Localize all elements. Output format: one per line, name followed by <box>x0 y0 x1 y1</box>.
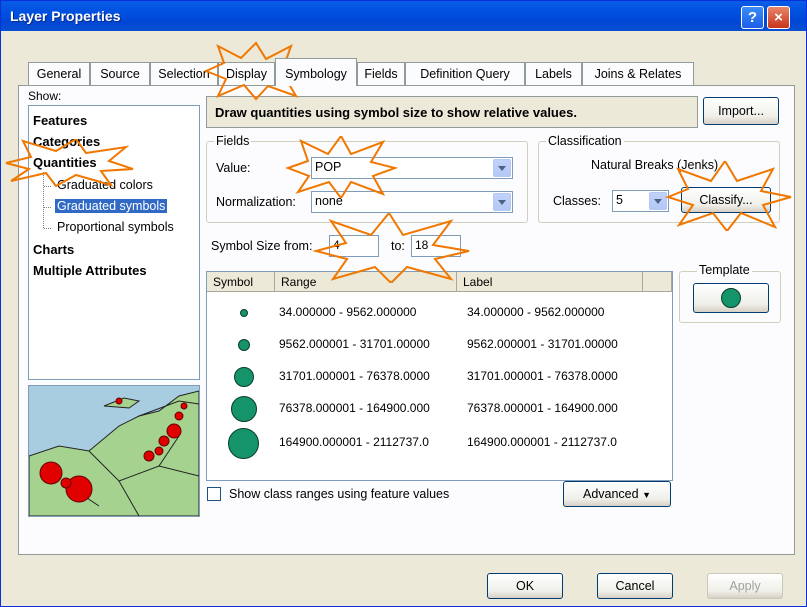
range-cell[interactable]: 34.000000 - 9562.000000 <box>279 305 469 319</box>
tree-item-quantities[interactable]: Quantities <box>33 155 97 170</box>
label-cell[interactable]: 34.000000 - 9562.000000 <box>467 305 647 319</box>
classification-method: Natural Breaks (Jenks) <box>591 158 719 172</box>
close-button[interactable]: × <box>767 6 790 29</box>
label-cell[interactable]: 164900.000001 - 2112737.0 <box>467 435 647 449</box>
column-header-label[interactable]: Label <box>457 272 643 292</box>
chevron-down-icon[interactable] <box>493 193 511 211</box>
tree-connector <box>44 228 51 229</box>
tab-symbology[interactable]: Symbology <box>275 58 357 86</box>
symbol-swatch[interactable] <box>231 396 257 422</box>
tree-item-charts[interactable]: Charts <box>33 242 74 257</box>
help-button[interactable]: ? <box>741 6 764 29</box>
symbol-swatch[interactable] <box>234 367 254 387</box>
classification-group-label: Classification <box>546 134 624 148</box>
tree-connector <box>44 186 51 187</box>
value-field-select[interactable]: POP <box>311 157 513 179</box>
tab-display[interactable]: Display <box>218 62 275 85</box>
label-cell[interactable]: 31701.000001 - 76378.0000 <box>467 369 647 383</box>
symbol-size-from-value: 4 <box>333 238 340 252</box>
normalization-select[interactable]: none <box>311 191 513 213</box>
table-row[interactable]: 76378.000001 - 164900.000 76378.000001 -… <box>207 394 672 424</box>
table-row[interactable]: 34.000000 - 9562.000000 34.000000 - 9562… <box>207 298 672 328</box>
table-row[interactable]: 31701.000001 - 76378.0000 31701.000001 -… <box>207 362 672 392</box>
apply-button[interactable]: Apply <box>707 573 783 599</box>
template-group-label: Template <box>697 263 752 277</box>
table-row[interactable]: 9562.000001 - 31701.00000 9562.000001 - … <box>207 330 672 360</box>
classes-label: Classes: <box>553 194 601 208</box>
tree-branch-line <box>43 172 44 228</box>
classes-select[interactable]: 5 <box>612 190 669 212</box>
chevron-down-icon[interactable] <box>493 159 511 177</box>
symbol-swatch[interactable] <box>238 339 250 351</box>
table-row[interactable]: 164900.000001 - 2112737.0 164900.000001 … <box>207 428 672 459</box>
tab-general[interactable]: General <box>28 62 90 85</box>
tree-item-categories[interactable]: Categories <box>33 134 100 149</box>
symbol-size-to-input[interactable]: 18 <box>411 235 461 257</box>
advanced-label: Advanced <box>582 487 639 501</box>
value-label: Value: <box>216 161 251 175</box>
tree-item-proportional-symbols[interactable]: Proportional symbols <box>57 220 174 234</box>
import-button[interactable]: Import... <box>703 97 779 125</box>
symbol-size-from-label: Symbol Size from: <box>211 239 313 253</box>
range-cell[interactable]: 164900.000001 - 2112737.0 <box>279 435 469 449</box>
column-header-symbol[interactable]: Symbol <box>207 272 275 292</box>
symbol-size-to-value: 18 <box>415 238 429 252</box>
classes-value: 5 <box>616 193 623 207</box>
show-ranges-checkbox[interactable] <box>207 487 221 501</box>
normalization-value: none <box>315 194 343 208</box>
label-cell[interactable]: 76378.000001 - 164900.000 <box>467 401 647 415</box>
description-text: Draw quantities using symbol size to sho… <box>215 105 577 120</box>
template-symbol-button[interactable] <box>693 283 769 313</box>
chevron-down-icon[interactable] <box>649 192 667 210</box>
symbol-swatch[interactable] <box>228 428 259 459</box>
symbol-swatch[interactable] <box>240 309 248 317</box>
value-field-value: POP <box>315 160 342 174</box>
tab-labels[interactable]: Labels <box>525 62 582 85</box>
tree-item-multiple-attributes[interactable]: Multiple Attributes <box>33 263 147 278</box>
range-cell[interactable]: 9562.000001 - 31701.00000 <box>279 337 469 351</box>
title-bar[interactable]: Layer Properties ? × <box>1 1 806 31</box>
tree-item-graduated-symbols[interactable]: Graduated symbols <box>55 199 168 213</box>
tab-definition-query[interactable]: Definition Query <box>405 62 525 85</box>
fields-group-label: Fields <box>214 134 252 148</box>
tree-item-features[interactable]: Features <box>33 113 87 128</box>
description-bar: Draw quantities using symbol size to sho… <box>206 96 698 128</box>
tab-joins-relates[interactable]: Joins & Relates <box>582 62 694 85</box>
tree-item-graduated-colors[interactable]: Graduated colors <box>57 178 153 192</box>
window-title: Layer Properties <box>10 8 121 24</box>
label-cell[interactable]: 9562.000001 - 31701.00000 <box>467 337 647 351</box>
show-ranges-label: Show class ranges using feature values <box>229 487 450 501</box>
range-cell[interactable]: 31701.000001 - 76378.0000 <box>279 369 469 383</box>
template-symbol-swatch <box>721 288 741 308</box>
tab-fields[interactable]: Fields <box>357 62 405 85</box>
ok-button[interactable]: OK <box>487 573 563 599</box>
classify-button[interactable]: Classify... <box>681 187 771 213</box>
class-table: Symbol Range Label 34.000000 - 9562.0000… <box>206 271 673 481</box>
range-cell[interactable]: 76378.000001 - 164900.000 <box>279 401 469 415</box>
column-header-range[interactable]: Range <box>275 272 457 292</box>
symbol-size-to-label: to: <box>391 239 405 253</box>
normalization-label: Normalization: <box>216 195 296 209</box>
map-preview-image <box>28 385 200 517</box>
tab-source[interactable]: Source <box>90 62 150 85</box>
dropdown-arrow-icon: ▼ <box>642 490 651 500</box>
tab-selection[interactable]: Selection <box>150 62 218 85</box>
advanced-button[interactable]: Advanced ▼ <box>563 481 671 507</box>
cancel-button[interactable]: Cancel <box>597 573 673 599</box>
tree-connector <box>44 207 51 208</box>
show-tree: Features Categories Quantities Graduated… <box>28 105 200 380</box>
symbol-size-from-input[interactable]: 4 <box>329 235 379 257</box>
column-header-blank <box>643 272 672 292</box>
layer-properties-dialog: Layer Properties ? × General Source Sele… <box>0 0 807 607</box>
show-label: Show: <box>28 89 62 103</box>
